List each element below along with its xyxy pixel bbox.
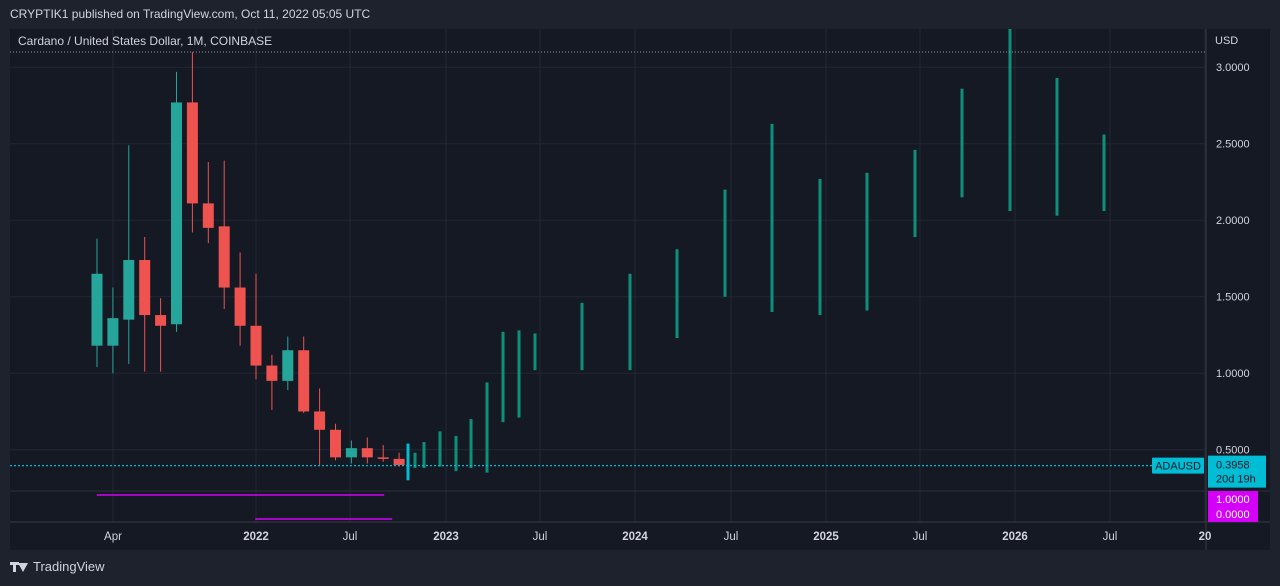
projection-bar	[1008, 19, 1012, 212]
candle-body	[234, 287, 246, 326]
price-tick-label: 1.0000	[1216, 368, 1250, 380]
price-candles	[91, 51, 405, 467]
candle-body	[91, 273, 103, 346]
time-tick-label: Jul	[913, 531, 928, 543]
candle-body	[330, 429, 341, 458]
currency-label: USD	[1215, 35, 1238, 47]
projection-bar	[422, 442, 426, 469]
overlay	[10, 29, 1270, 550]
candle-body	[314, 411, 326, 430]
candle-body	[171, 102, 182, 325]
candle-body	[202, 203, 214, 228]
candle	[361, 437, 373, 464]
candle	[250, 273, 262, 380]
chart-panel[interactable]: Cardano / United States Dollar, 1M, COIN…	[10, 19, 1270, 550]
indicator-badge-label: 0.0000	[1216, 509, 1250, 521]
projection-bar	[517, 330, 521, 418]
candle	[202, 162, 214, 244]
price-badge-value: 0.3958	[1216, 460, 1250, 472]
projection-bar	[533, 333, 537, 371]
projection-bar	[485, 382, 489, 473]
time-tick-label: Jul	[343, 531, 358, 543]
projection-bar	[818, 178, 822, 316]
price-badge-countdown: 20d 19h	[1216, 474, 1256, 486]
candle-body	[266, 365, 278, 381]
indicator-badge-label: 1.0000	[1216, 494, 1250, 506]
projection-bar	[438, 431, 442, 467]
time-tick-label: 2026	[1002, 531, 1028, 543]
candle	[282, 336, 294, 391]
projection-bar	[501, 331, 505, 423]
projection-bar	[1055, 77, 1059, 216]
tradingview-logo-icon	[10, 561, 28, 573]
time-tick-label: Jul	[724, 531, 739, 543]
price-tick-label: 2.5000	[1216, 139, 1250, 151]
candle	[314, 388, 326, 465]
chart[interactable]: Cardano / United States Dollar, 1M, COIN…	[10, 19, 1270, 550]
candle	[234, 252, 246, 346]
projection-bar	[913, 149, 917, 238]
candle-body	[107, 318, 119, 346]
symbol-badge: ADAUSD	[1155, 461, 1201, 473]
price-axis[interactable]: 0.5000 1.0000 1.5000 2.0000 2.5000 3.0000	[1216, 62, 1250, 456]
time-tick-label: 2023	[433, 531, 459, 543]
candle-body	[282, 350, 294, 381]
candle-body	[218, 226, 230, 288]
indicator-pane	[97, 494, 393, 520]
candle	[298, 336, 310, 413]
time-tick-label: Apr	[104, 531, 122, 543]
candle	[345, 440, 357, 464]
publisher-line: CRYPTIK1 published on TradingView.com, O…	[10, 7, 371, 21]
candle-body	[298, 350, 310, 412]
projection-bar	[406, 443, 410, 481]
candle-body	[250, 325, 262, 366]
projection-bar	[723, 189, 727, 297]
candle	[393, 452, 405, 467]
time-axis[interactable]: Apr 2022 Jul 2023 Jul 2024 Jul 2025 Jul 2026 Jul 20	[104, 531, 1211, 543]
price-tick-label: 0.5000	[1216, 445, 1250, 457]
candle-body	[186, 102, 198, 204]
time-tick-label: 2024	[622, 531, 648, 543]
candle-body	[139, 260, 151, 316]
projection-bar	[865, 172, 869, 311]
candle	[123, 145, 135, 365]
candle	[186, 51, 198, 233]
projection-bar	[628, 273, 632, 371]
time-tick-label: 20	[1199, 531, 1212, 543]
time-tick-label: 2022	[243, 531, 269, 543]
candle-body	[123, 260, 135, 320]
projection-bar	[1102, 134, 1106, 212]
time-tick-label: Jul	[533, 531, 548, 543]
price-tick-label: 1.5000	[1216, 292, 1250, 304]
candle	[266, 354, 278, 410]
candle	[155, 298, 167, 372]
candle-body	[155, 315, 167, 326]
candle	[330, 423, 341, 461]
footer-brand: TradingView	[33, 559, 105, 574]
projection-bar	[675, 249, 679, 339]
tradingview-footer[interactable]: TradingView	[10, 559, 105, 574]
time-tick-label: Jul	[1103, 531, 1118, 543]
projection-bar	[770, 123, 774, 313]
projection-bar	[469, 419, 473, 469]
projection-bars	[406, 19, 1106, 481]
price-tick-label: 2.0000	[1216, 215, 1250, 227]
candle	[91, 238, 103, 368]
time-tick-label: 2025	[813, 531, 839, 543]
candle	[107, 287, 119, 374]
chart-title: Cardano / United States Dollar, 1M, COIN…	[18, 34, 272, 48]
candle-body	[377, 457, 389, 459]
candle	[171, 71, 182, 332]
candle-body	[345, 448, 357, 458]
price-tick-label: 3.0000	[1216, 62, 1250, 74]
candle	[377, 445, 389, 462]
candle-body	[393, 458, 405, 465]
candle	[218, 160, 230, 309]
axis-badges: ADAUSD 0.3958 20d 19h 1.0000 0.0000	[1152, 455, 1266, 522]
candle-body	[361, 448, 373, 458]
projection-bar	[960, 88, 964, 198]
projection-bar	[580, 302, 584, 371]
candle	[139, 237, 151, 372]
